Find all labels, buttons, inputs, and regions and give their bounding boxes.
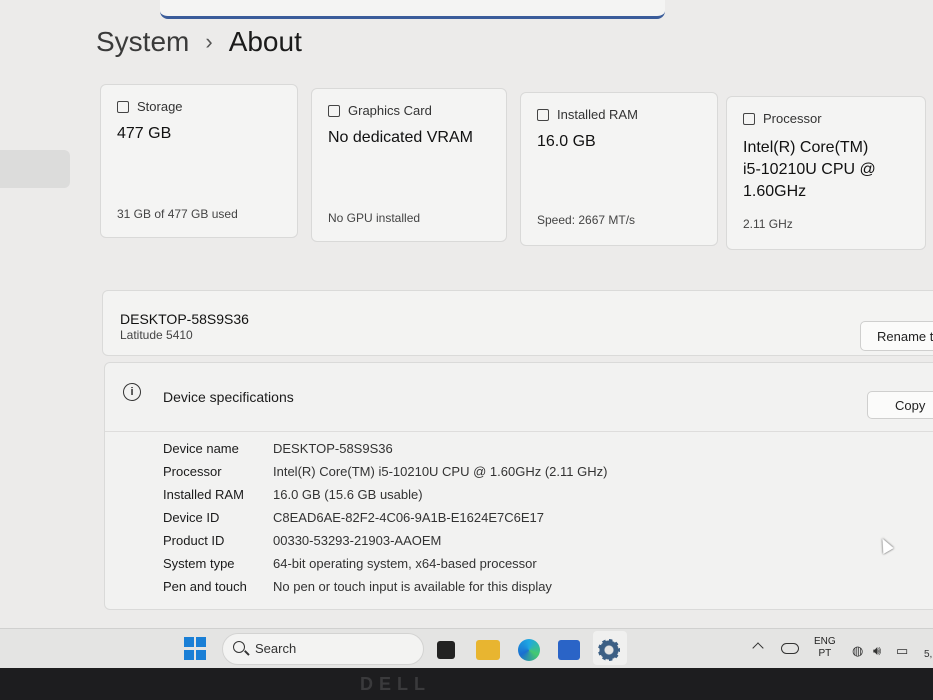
breadcrumb: System › About	[96, 26, 302, 58]
spec-value: Intel(R) Core(TM) i5-10210U CPU @ 1.60GH…	[273, 464, 608, 479]
spec-label: Device ID	[163, 510, 220, 525]
graphics-card-header: Graphics Card	[328, 103, 432, 118]
installed-ram-card[interactable]: Installed RAM 16.0 GB Speed: 2667 MT/s	[520, 92, 718, 246]
laptop-bezel: DELL	[0, 668, 933, 700]
spec-value: No pen or touch input is available for t…	[273, 579, 552, 594]
nav-selected-item[interactable]	[0, 150, 70, 188]
storage-card-title: Storage	[137, 99, 183, 114]
processor-card-header: Processor	[743, 111, 822, 126]
taskbar-search-box[interactable]: Search	[222, 633, 424, 665]
ram-card-value: 16.0 GB	[537, 133, 596, 150]
breadcrumb-separator: ›	[205, 29, 213, 54]
spec-value: 16.0 GB (15.6 GB usable)	[273, 487, 423, 502]
graphics-card-footer: No GPU installed	[328, 211, 421, 225]
search-icon	[233, 641, 245, 653]
keyboard-layout-code: PT	[818, 648, 832, 659]
language-code: ENG	[814, 636, 836, 647]
spec-row: Installed RAM 16.0 GB (15.6 GB usable)	[163, 487, 423, 502]
file-explorer-icon[interactable]	[476, 640, 500, 660]
language-indicator[interactable]: ENG PT	[814, 636, 836, 660]
storage-card-value: 477 GB	[117, 125, 172, 142]
spec-value: 64-bit operating system, x64-based proce…	[273, 556, 537, 571]
show-hidden-icons-chevron-up-icon[interactable]	[752, 642, 764, 654]
spec-label: Processor	[163, 464, 222, 479]
ram-card-title: Installed RAM	[557, 107, 638, 122]
top-search-bar[interactable]	[160, 0, 665, 19]
spec-row: Processor Intel(R) Core(TM) i5-10210U CPU…	[163, 464, 607, 479]
processor-card-footer: 2.11 GHz	[743, 217, 793, 231]
copy-button[interactable]: Copy	[867, 391, 933, 419]
spec-label: Device name	[163, 441, 239, 456]
processor-card-title: Processor	[763, 111, 822, 126]
spec-value: C8EAD6AE-82F2-4C06-9A1B-E1624E7C6E17	[273, 510, 544, 525]
storage-card[interactable]: Storage 477 GB 31 GB of 477 GB used	[100, 84, 298, 238]
storage-card-header: Storage	[117, 99, 183, 114]
battery-icon[interactable]: ▭	[896, 643, 908, 659]
onedrive-cloud-icon[interactable]	[781, 643, 799, 654]
settings-icon[interactable]	[598, 639, 620, 661]
spec-row: Device ID C8EAD6AE-82F2-4C06-9A1B-E1624E7…	[163, 510, 544, 525]
graphics-card-icon	[328, 104, 340, 117]
spec-label: Product ID	[163, 533, 225, 548]
spec-label: Pen and touch	[163, 579, 247, 594]
spec-row: Product ID 00330-53293-21903-AAOEM	[163, 533, 441, 548]
processor-card-value-line1: Intel(R) Core(TM)	[743, 139, 869, 156]
info-icon: i	[123, 383, 141, 401]
spec-row: System type 64-bit operating system, x64-…	[163, 556, 537, 571]
device-name: DESKTOP-58S9S36	[120, 311, 249, 327]
processor-card-value-line3: 1.60GHz	[743, 183, 807, 200]
device-model: Latitude 5410	[120, 328, 193, 342]
device-specifications-title: Device specifications	[163, 389, 294, 405]
task-view-icon[interactable]	[437, 641, 455, 659]
graphics-card-title: Graphics Card	[348, 103, 432, 118]
settings-window: System › About Storage 477 GB 31 GB of 4…	[0, 0, 933, 628]
graphics-card-card[interactable]: Graphics Card No dedicated VRAM No GPU i…	[311, 88, 507, 242]
graphics-card-value: No dedicated VRAM	[328, 129, 473, 146]
dell-logo: DELL	[360, 674, 431, 694]
storage-icon	[117, 100, 129, 113]
processor-card-value-line2: i5-10210U CPU @	[743, 161, 876, 178]
spec-row: Pen and touch No pen or touch input is av…	[163, 579, 552, 594]
volume-icon[interactable]: 🔊︎	[873, 643, 881, 659]
device-specifications-header[interactable]: i Device specifications Copy	[105, 363, 933, 432]
network-globe-icon[interactable]: ◍	[852, 643, 863, 659]
processor-card[interactable]: Processor Intel(R) Core(TM) i5-10210U CP…	[726, 96, 926, 250]
store-icon[interactable]	[558, 640, 580, 660]
taskbar-search-label: Search	[255, 641, 297, 656]
rename-pc-button[interactable]: Rename t	[860, 321, 933, 351]
device-name-row: DESKTOP-58S9S36 Latitude 5410 Rename t	[102, 290, 933, 356]
processor-icon	[743, 112, 755, 125]
ram-icon	[537, 108, 549, 121]
page-title: About	[228, 26, 302, 57]
breadcrumb-system[interactable]: System	[96, 26, 189, 58]
spec-value: 00330-53293-21903-AAOEM	[273, 533, 442, 548]
ram-card-header: Installed RAM	[537, 107, 638, 122]
clock-date-fragment[interactable]: 5,	[924, 649, 932, 660]
spec-label: Installed RAM	[163, 487, 244, 502]
edge-icon[interactable]	[518, 639, 540, 661]
device-specifications-panel: i Device specifications Copy Device name…	[104, 362, 933, 610]
spec-row: Device name DESKTOP-58S9S36	[163, 441, 393, 456]
taskbar: Search ENG PT ◍ 🔊︎ ▭ 5,	[0, 628, 933, 669]
spec-value: DESKTOP-58S9S36	[273, 441, 393, 456]
start-windows-icon[interactable]	[184, 637, 208, 661]
spec-label: System type	[163, 556, 235, 571]
storage-card-footer: 31 GB of 477 GB used	[117, 207, 238, 221]
ram-card-footer: Speed: 2667 MT/s	[537, 213, 636, 227]
